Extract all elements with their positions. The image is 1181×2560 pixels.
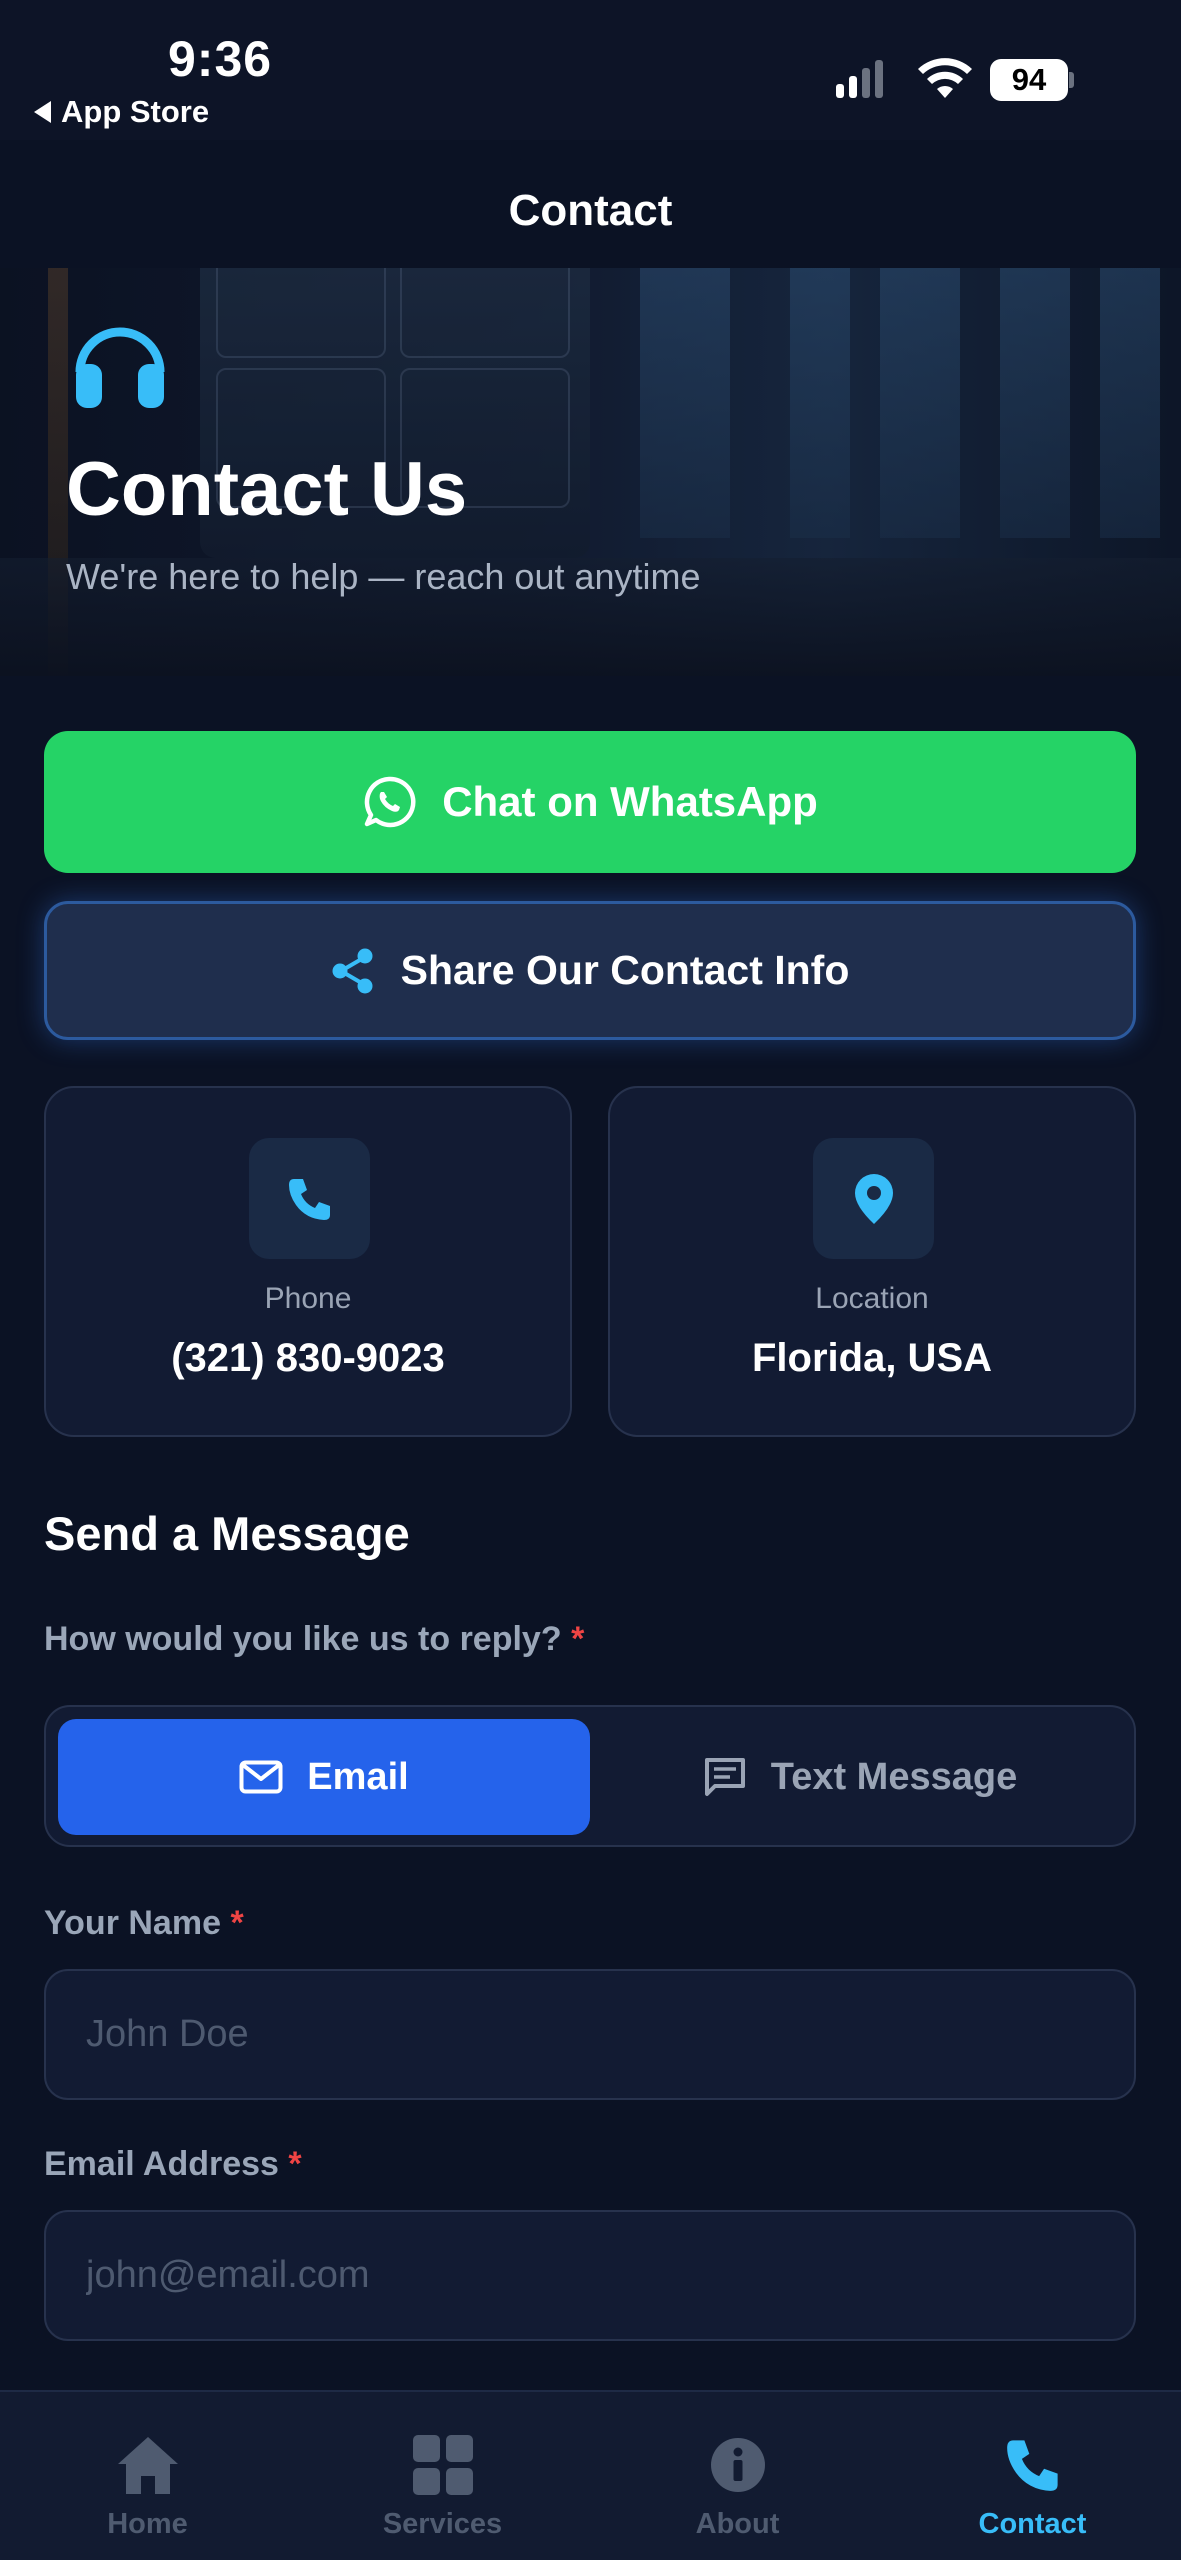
cellular-signal-icon xyxy=(836,60,883,98)
tab-about[interactable]: About xyxy=(590,2392,885,2560)
nav-title: Contact xyxy=(508,186,673,235)
whatsapp-icon xyxy=(364,776,416,828)
share-contact-button[interactable]: Share Our Contact Info xyxy=(44,901,1136,1040)
location-card[interactable]: Location Florida, USA xyxy=(608,1086,1136,1437)
location-value: Florida, USA xyxy=(751,1336,993,1380)
email-field-label-text: Email Address xyxy=(44,2145,279,2183)
reply-option-text-message[interactable]: Text Message xyxy=(594,1719,1126,1835)
phone-icon xyxy=(288,1178,330,1220)
phone-card[interactable]: Phone (321) 830-9023 xyxy=(44,1086,572,1437)
status-bar: 9:36 App Store 94 Contact xyxy=(0,0,1181,235)
required-marker: * xyxy=(230,1904,244,1942)
back-to-app-store-button[interactable]: App Store xyxy=(34,94,209,130)
location-label: Location xyxy=(815,1282,929,1315)
email-field-label: Email Address * xyxy=(44,2145,302,2184)
share-icon xyxy=(332,948,373,993)
name-field-label: Your Name * xyxy=(44,1904,244,1943)
reply-method-selector: Email Text Message xyxy=(44,1705,1136,1847)
required-marker: * xyxy=(288,2145,302,2183)
reply-option-text-label: Text Message xyxy=(770,1755,1018,1798)
hero-window xyxy=(790,268,850,538)
phone-value: (321) 830-9023 xyxy=(171,1336,445,1380)
share-button-label: Share Our Contact Info xyxy=(400,947,850,993)
tab-contact[interactable]: Contact xyxy=(885,2392,1180,2560)
tab-services[interactable]: Services xyxy=(295,2392,590,2560)
send-message-title: Send a Message xyxy=(44,1507,410,1560)
reply-method-label: How would you like us to reply? * xyxy=(44,1620,584,1659)
whatsapp-button-label: Chat on WhatsApp xyxy=(442,778,818,825)
headphones-icon xyxy=(75,327,165,408)
required-marker: * xyxy=(571,1620,585,1658)
reply-option-email[interactable]: Email xyxy=(58,1719,590,1835)
home-icon xyxy=(117,2437,178,2494)
hero-subtitle: We're here to help — reach out anytime xyxy=(66,556,701,597)
envelope-icon xyxy=(239,1760,283,1794)
grid-icon xyxy=(412,2435,473,2495)
tab-about-label: About xyxy=(695,2508,780,2540)
wifi-icon xyxy=(918,58,972,98)
phone-label: Phone xyxy=(264,1282,352,1315)
hero-window xyxy=(1100,268,1160,538)
tab-home-label: Home xyxy=(107,2508,188,2540)
info-icon xyxy=(710,2438,765,2492)
location-pin-icon xyxy=(854,1173,893,1224)
name-field-label-text: Your Name xyxy=(44,1904,221,1942)
reply-option-email-label: Email xyxy=(307,1755,409,1798)
phone-icon xyxy=(1006,2440,1058,2491)
reply-method-label-text: How would you like us to reply? xyxy=(44,1620,562,1658)
status-time: 9:36 xyxy=(168,31,273,87)
tab-home[interactable]: Home xyxy=(0,2392,295,2560)
battery-icon: 94 xyxy=(990,59,1074,101)
email-input[interactable] xyxy=(44,2210,1136,2341)
back-triangle-icon xyxy=(34,101,51,123)
bottom-tab-bar: Home Services About Contact xyxy=(0,2390,1181,2560)
back-app-label: App Store xyxy=(61,94,210,129)
message-bubble-icon xyxy=(704,1758,745,1796)
hero-window xyxy=(640,268,730,538)
contact-screen: 9:36 App Store 94 Contact Contact Us We'… xyxy=(0,0,1181,2560)
hero-window xyxy=(880,268,960,538)
name-input[interactable] xyxy=(44,1969,1136,2100)
phone-icon-box xyxy=(249,1138,370,1259)
location-icon-box xyxy=(813,1138,934,1259)
hero-window xyxy=(1000,268,1070,538)
tab-services-label: Services xyxy=(382,2508,503,2540)
whatsapp-chat-button[interactable]: Chat on WhatsApp xyxy=(44,731,1136,873)
hero-title: Contact Us xyxy=(66,447,468,532)
battery-level: 94 xyxy=(990,59,1068,101)
tab-contact-label: Contact xyxy=(978,2508,1087,2540)
